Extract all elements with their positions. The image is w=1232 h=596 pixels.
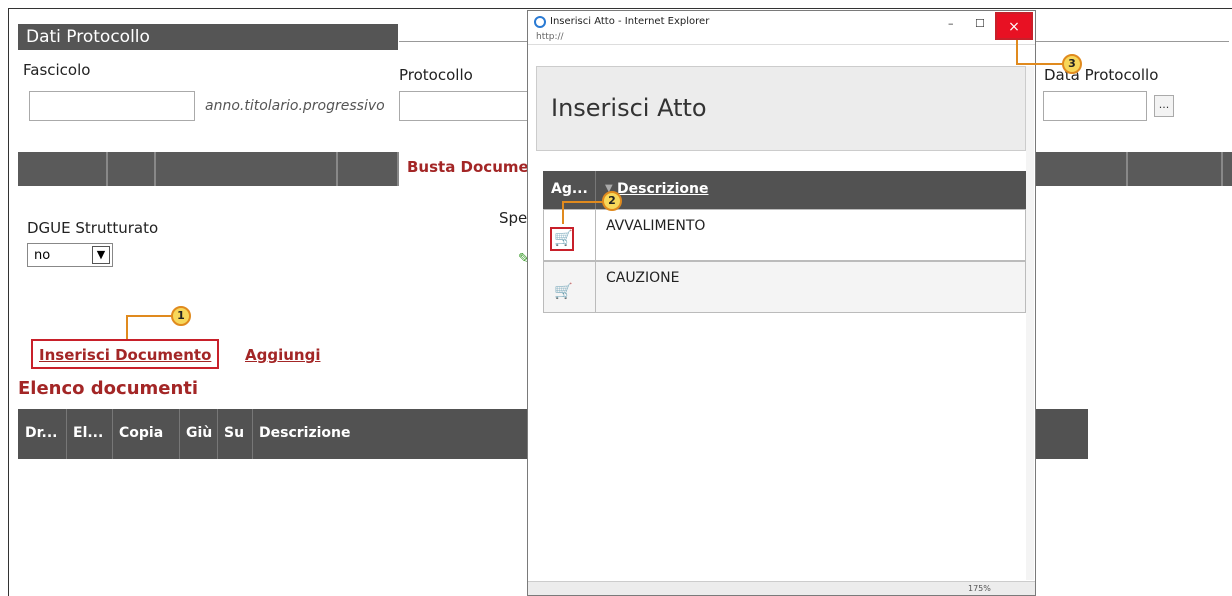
ie-icon [534,16,546,28]
popup-header-title: Inserisci Atto [551,94,707,122]
popup-statusbar: 175% [528,581,1035,595]
close-icon: × [1008,19,1020,35]
close-button[interactable]: × [995,12,1033,40]
popup-row-avvalimento[interactable]: 🛒 AVVALIMENTO [543,209,1026,261]
popup-header: Inserisci Atto [536,66,1026,151]
callout-1-line-h [126,315,174,317]
col-giu[interactable]: Giù [186,425,212,441]
spe-label: Spe [499,209,528,227]
cart-icon[interactable]: 🛒 [554,282,573,300]
minimize-icon[interactable]: – [948,17,954,30]
col-descrizione[interactable]: Descrizione [259,425,350,441]
data-protocollo-input[interactable] [1043,91,1147,121]
dgue-label: DGUE Strutturato [27,219,159,237]
callout-3-line-v [1016,40,1018,64]
callout-2-line-v [562,202,564,224]
inserisci-atto-popup: Inserisci Atto - Internet Explorer http:… [527,10,1036,596]
row-desc-cauzione: CAUZIONE [606,270,680,286]
protocollo-input[interactable] [399,91,539,121]
section-title: Dati Protocollo [26,27,150,47]
callout-3-line-h [1016,63,1064,65]
callout-2: 2 [602,191,622,211]
popup-address: http:// [536,32,564,42]
callout-3: 3 [1062,54,1082,74]
popup-titlebar: Inserisci Atto - Internet Explorer http:… [528,11,1035,45]
dgue-select-value: no [34,248,51,263]
tab-1[interactable] [18,152,108,186]
elenco-title: Elenco documenti [18,378,199,399]
date-picker-button[interactable]: ... [1154,95,1174,117]
callout-1: 1 [171,306,191,326]
chevron-down-icon: ▼ [92,246,110,264]
tab-4[interactable] [338,152,399,186]
popup-row-cauzione[interactable]: 🛒 CAUZIONE [543,261,1026,313]
col-dr[interactable]: Dr... [25,425,57,441]
col-el[interactable]: El... [73,425,103,441]
zoom-level[interactable]: 175% [968,584,991,593]
fascicolo-label: Fascicolo [23,61,91,79]
tab-6[interactable] [1128,152,1223,186]
dgue-select[interactable]: no ▼ [27,243,113,267]
inserisci-documento-link[interactable]: Inserisci Documento [39,346,211,364]
col-su[interactable]: Su [224,425,244,441]
callout-1-line-v [126,316,128,339]
popup-scrollbar[interactable] [1026,66,1034,580]
data-protocollo-label: Data Protocollo [1044,66,1159,84]
popup-window-title: Inserisci Atto - Internet Explorer [550,16,710,27]
row-desc-avvalimento: AVVALIMENTO [606,218,706,234]
fascicolo-hint: anno.titolario.progressivo [205,98,385,114]
callout-2-line-h [562,201,604,203]
col-copia[interactable]: Copia [119,425,163,441]
tab-3[interactable] [156,152,338,186]
fascicolo-input[interactable] [29,91,195,121]
col-ag[interactable]: Ag... [551,181,588,197]
maximize-icon[interactable]: ☐ [975,17,985,30]
aggiungi-link[interactable]: Aggiungi [245,346,320,364]
col-descrizione-popup[interactable]: Descrizione [617,181,708,197]
cart-icon[interactable]: 🛒 [554,229,573,247]
protocollo-label: Protocollo [399,66,473,84]
tab-2[interactable] [108,152,156,186]
section-header: Dati Protocollo [18,24,398,50]
tab-5[interactable] [1038,152,1128,186]
